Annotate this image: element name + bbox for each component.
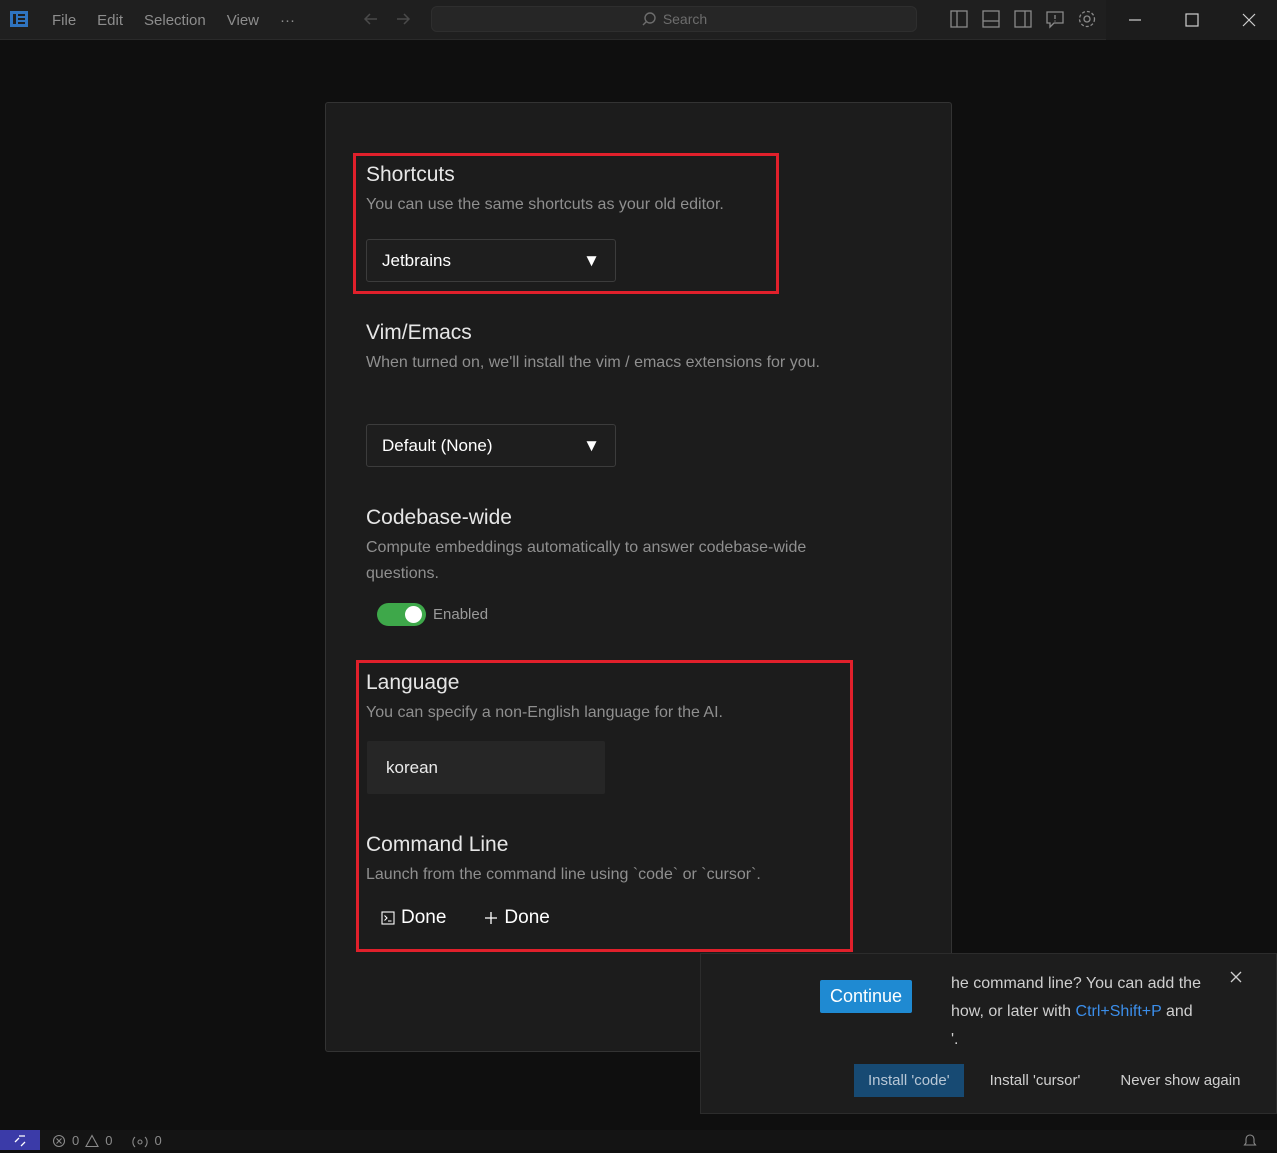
- continue-button[interactable]: Continue: [820, 980, 912, 1013]
- install-code-button[interactable]: Install 'code': [854, 1064, 964, 1097]
- back-arrow-icon[interactable]: [362, 10, 380, 28]
- remote-icon: [14, 1135, 26, 1147]
- notification-text-1: he command line? You can add the: [951, 975, 1201, 992]
- toggle-panel-icon[interactable]: [980, 8, 1002, 30]
- install-cursor-button[interactable]: Install 'cursor': [990, 1072, 1081, 1089]
- notification-text-3: and: [1165, 1003, 1193, 1020]
- vim-dropdown[interactable]: Default (None) ▼: [366, 424, 616, 467]
- vim-selected: Default (None): [382, 435, 493, 455]
- notification-shortcut-link[interactable]: Ctrl+Shift+P: [1076, 1003, 1162, 1020]
- command-line-title: Command Line: [366, 833, 509, 856]
- error-count: 0: [72, 1133, 80, 1148]
- never-show-again-button[interactable]: Never show again: [1120, 1072, 1240, 1089]
- forward-arrow-icon[interactable]: [394, 10, 412, 28]
- notification-actions: Install 'code' Install 'cursor' Never sh…: [854, 1064, 1240, 1097]
- shortcuts-description: You can use the same shortcuts as your o…: [366, 196, 724, 213]
- layout-controls: [948, 8, 1098, 30]
- warning-count: 0: [105, 1133, 113, 1148]
- dropdown-arrow-icon: ▼: [583, 250, 600, 270]
- shortcuts-title: Shortcuts: [366, 163, 455, 186]
- search-bar[interactable]: Search: [431, 6, 917, 32]
- notification-toast: he command line? You can add the how, or…: [700, 953, 1277, 1114]
- menu-view[interactable]: View: [227, 12, 259, 29]
- problems-indicator[interactable]: 0 0 0: [52, 1133, 162, 1148]
- navigation-arrows: [362, 10, 412, 28]
- language-description: You can specify a non-English language f…: [366, 704, 723, 721]
- toggle-knob: [405, 606, 422, 623]
- menu-bar: File Edit Selection View ···: [52, 0, 316, 40]
- install-cursor-label: Done: [504, 907, 550, 928]
- error-icon: [52, 1134, 66, 1147]
- warning-icon: [85, 1133, 100, 1147]
- title-bar: File Edit Selection View ··· Search: [0, 0, 1277, 40]
- minimize-icon[interactable]: [1106, 0, 1163, 40]
- ports-icon: [132, 1136, 149, 1147]
- maximize-icon[interactable]: [1163, 0, 1220, 40]
- settings-dialog: Shortcuts You can use the same shortcuts…: [325, 102, 952, 1052]
- install-cursor-done-button[interactable]: Done: [484, 907, 550, 929]
- menu-selection[interactable]: Selection: [144, 12, 206, 29]
- notification-text-2: how, or later with: [951, 1003, 1072, 1020]
- shortcuts-dropdown[interactable]: Jetbrains ▼: [366, 239, 616, 282]
- command-line-buttons: Done Done: [381, 907, 550, 929]
- codebase-title: Codebase-wide: [366, 506, 512, 529]
- dropdown-arrow-icon: ▼: [583, 435, 600, 455]
- menu-file[interactable]: File: [52, 12, 76, 29]
- codebase-toggle-label: Enabled: [433, 606, 489, 623]
- codebase-description: Compute embeddings automatically to answ…: [366, 539, 807, 582]
- codebase-toggle[interactable]: [377, 603, 426, 626]
- shortcuts-selected: Jetbrains: [382, 250, 451, 270]
- ports-count: 0: [154, 1133, 162, 1148]
- notification-message: he command line? You can add the how, or…: [951, 970, 1221, 1054]
- close-window-icon[interactable]: [1220, 0, 1277, 40]
- toggle-secondary-sidebar-icon[interactable]: [1012, 8, 1034, 30]
- search-icon: [642, 12, 656, 26]
- app-logo-icon: [8, 8, 30, 30]
- vim-description: When turned on, we'll install the vim / …: [366, 354, 820, 371]
- status-bar: 0 0 0: [0, 1130, 1277, 1150]
- search-placeholder: Search: [662, 11, 708, 27]
- close-notification-icon[interactable]: [1229, 970, 1243, 989]
- terminal-icon: [381, 911, 395, 925]
- remote-indicator[interactable]: [0, 1130, 40, 1150]
- install-code-done-button[interactable]: Done: [381, 907, 446, 929]
- notification-text-4: '.: [951, 1031, 959, 1048]
- menu-more[interactable]: ···: [280, 12, 295, 29]
- command-line-description: Launch from the command line using `code…: [366, 866, 761, 883]
- settings-gear-icon[interactable]: [1076, 8, 1098, 30]
- window-controls: [1106, 0, 1277, 40]
- language-title: Language: [366, 671, 460, 694]
- language-input[interactable]: korean: [367, 741, 605, 794]
- chat-icon[interactable]: [1044, 8, 1066, 30]
- vim-title: Vim/Emacs: [366, 321, 472, 344]
- toggle-primary-sidebar-icon[interactable]: [948, 8, 970, 30]
- plus-icon: [485, 912, 498, 924]
- menu-edit[interactable]: Edit: [97, 12, 123, 29]
- install-code-label: Done: [401, 907, 447, 928]
